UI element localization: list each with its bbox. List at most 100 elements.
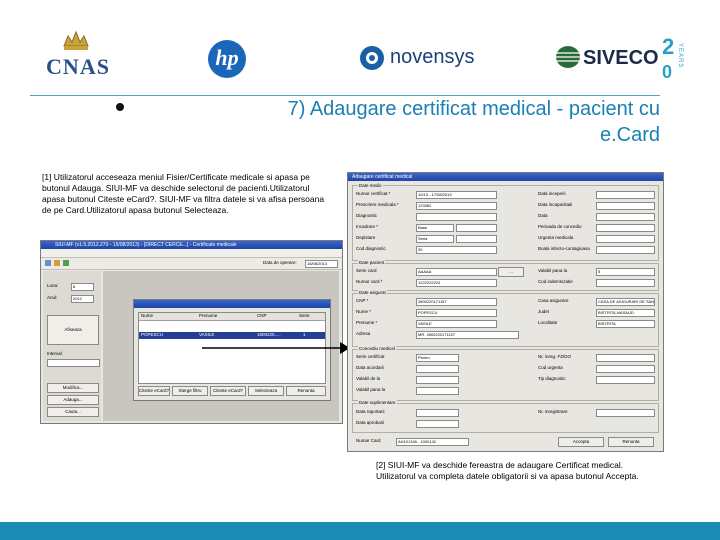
cnp-label: CNP * bbox=[356, 298, 369, 303]
group-extra-label: Date suplimentare bbox=[358, 400, 397, 406]
left-toolbar: Data de operare: 15/08/2013 bbox=[41, 258, 342, 270]
group-date-medic-label: Date medic bbox=[358, 183, 383, 189]
hp-logo: hp bbox=[208, 40, 246, 78]
renunta-right-button[interactable]: Renunta bbox=[608, 437, 654, 447]
depistare-field[interactable]: Seria bbox=[416, 235, 454, 243]
luna-label: Luna: bbox=[47, 283, 59, 288]
data-field[interactable] bbox=[596, 213, 655, 221]
hp-text: hp bbox=[215, 45, 239, 70]
nr-inregistrare-label: Nr. inregistrare bbox=[538, 409, 568, 414]
cnas-text: CNAS bbox=[46, 54, 110, 79]
diagnostic-field[interactable] bbox=[416, 213, 497, 221]
casa-asigurare-field[interactable]: CASA DE ASIGURARI DE SANATATE BIS bbox=[596, 298, 655, 306]
toolbar-save-icon[interactable] bbox=[63, 260, 69, 266]
citeste-ecard-button[interactable]: Citeste eCard? bbox=[138, 386, 170, 396]
serie-card-field[interactable]: AAAAA bbox=[416, 268, 497, 276]
modifica-button[interactable]: Modifica... bbox=[47, 383, 99, 393]
valabil-pana-la-field[interactable] bbox=[416, 387, 459, 395]
prescriere-field[interactable]: 123352 bbox=[416, 202, 497, 210]
luna-field[interactable]: 8 bbox=[71, 283, 94, 291]
row-serie: 1 bbox=[303, 332, 306, 337]
slide-title: 7) Adaugare certificat medical - pacient… bbox=[160, 96, 660, 148]
numar-card-label: Numar card * bbox=[356, 279, 383, 284]
boala-label: Boala infecto-contagioasa bbox=[538, 246, 590, 251]
valabil-de-la-field[interactable] bbox=[416, 376, 459, 384]
cod-indemnizatie-label: Cod indemnizatie bbox=[538, 279, 573, 284]
numar-certificat-field[interactable]: 10/13 - 17/08/2013 bbox=[416, 191, 497, 199]
data-raportarii-field[interactable] bbox=[416, 409, 459, 417]
localitate-field[interactable]: BISTRITA bbox=[596, 320, 655, 328]
judet-label: Judet bbox=[538, 309, 550, 314]
numar-card-field[interactable]: 1222222224 bbox=[416, 279, 497, 287]
nr-inreg-label: Nr. inreg. FZ/DO bbox=[538, 354, 572, 359]
grid-header-nume[interactable]: Nume bbox=[141, 313, 153, 319]
cnp-field[interactable]: 2800220171157 bbox=[416, 298, 497, 306]
grid-header: Nume Prenume CNP Serie bbox=[139, 313, 325, 321]
data-inceperii-field[interactable] bbox=[596, 191, 655, 199]
nr-inreg-field[interactable] bbox=[596, 354, 655, 362]
boala-field[interactable] bbox=[596, 246, 655, 254]
grid-header-prenume[interactable]: Prenume bbox=[199, 313, 217, 319]
cauta-button[interactable]: Cauta... bbox=[47, 407, 99, 417]
data-label: Data bbox=[538, 213, 548, 218]
prescriere-label: Prescriere medicala * bbox=[356, 202, 399, 207]
slide-title-line1: 7) Adaugare certificat medical - pacient… bbox=[287, 98, 660, 120]
urgenta-label: Urgenta medicala bbox=[538, 235, 574, 240]
valabil-card-field[interactable]: 5 bbox=[596, 268, 655, 276]
row-cnp: 1800220..... bbox=[257, 332, 281, 337]
incadrare-label: Incadrare * bbox=[356, 224, 379, 229]
perioada-field[interactable] bbox=[596, 224, 655, 232]
anul-field[interactable]: 2012 bbox=[71, 295, 94, 303]
accepta-button[interactable]: Accepta bbox=[558, 437, 604, 447]
afiseaza-button[interactable]: Afiseaza bbox=[47, 315, 99, 345]
sterge-filtru-button[interactable]: Sterge filtru bbox=[172, 386, 208, 396]
novensys-swirl-icon bbox=[360, 46, 384, 70]
nr-inregistrare-field[interactable] bbox=[596, 409, 655, 417]
grid-header-serie[interactable]: Serie bbox=[299, 313, 310, 319]
judet-field[interactable]: BISTRITA-NASAUD bbox=[596, 309, 655, 317]
cod-diagnostic-field[interactable]: 30 bbox=[416, 246, 497, 254]
numar-certificat-label: Numar certificat * bbox=[356, 191, 391, 196]
depistare-aux-field[interactable] bbox=[456, 235, 497, 243]
left-window-titlebar: SIUI-MF (v1.5.2012.270 - 15/08/2013) - [… bbox=[41, 241, 342, 249]
tip-diagnostic-field[interactable] bbox=[596, 376, 655, 384]
grid-header-cnp[interactable]: CNP bbox=[257, 313, 267, 319]
group-concediu-label: Concediu medical bbox=[358, 346, 396, 352]
data-incapacitatii-field[interactable] bbox=[596, 202, 655, 210]
toolbar-new-icon[interactable] bbox=[45, 260, 51, 266]
group-date-asigurat-label: Date asigurat bbox=[358, 290, 387, 296]
operation-date-field[interactable]: 15/08/2013 bbox=[305, 260, 338, 268]
cod-indemnizatie-field[interactable] bbox=[596, 279, 655, 287]
adresa-field[interactable]: MR. 2800220171157 bbox=[416, 331, 519, 339]
adauga-button[interactable]: Adauga... bbox=[47, 395, 99, 405]
filter-field[interactable] bbox=[47, 359, 100, 367]
title-bullet bbox=[116, 103, 124, 111]
incadrare-aux-field[interactable] bbox=[456, 224, 497, 232]
left-window: SIUI-MF (v1.5.2012.270 - 15/08/2013) - [… bbox=[40, 240, 343, 424]
prenume-field[interactable]: VASILE bbox=[416, 320, 497, 328]
left-menu-bar: Fisier Rapoarte Utilitare Configurari Fe… bbox=[41, 249, 342, 263]
operation-date-label: Data de operare: bbox=[263, 260, 297, 265]
diagnostic-label: Diagnostic bbox=[356, 213, 378, 218]
logo-strip: CNAS hp novensys SIVECO 20 YEARS bbox=[0, 0, 720, 95]
incadrare-field[interactable]: Base bbox=[416, 224, 454, 232]
nume-field[interactable]: POPESCU bbox=[416, 309, 497, 317]
cod-diagnostic-label: Cod diagnostic bbox=[356, 246, 386, 251]
cod-urgenta-field[interactable] bbox=[596, 365, 655, 373]
serie-certificat-field[interactable]: Pentru bbox=[416, 354, 459, 362]
siveco-years-text: YEARS bbox=[677, 43, 683, 69]
renunta-button[interactable]: Renunta bbox=[286, 386, 326, 396]
selecteaza-button[interactable]: Selecteaza bbox=[248, 386, 284, 396]
toolbar-open-icon[interactable] bbox=[54, 260, 60, 266]
data-aprobarii-field[interactable] bbox=[416, 420, 459, 428]
anul-label: Anul: bbox=[47, 295, 58, 300]
prenume-label: Prenume * bbox=[356, 320, 378, 325]
card-lookup-button[interactable]: … bbox=[498, 267, 524, 277]
data-acordarii-field[interactable] bbox=[416, 365, 459, 373]
citeste-ecard-button-2[interactable]: Citeste eCard? bbox=[210, 386, 246, 396]
data-acordarii-label: Data acordarii bbox=[356, 365, 385, 370]
urgenta-field[interactable] bbox=[596, 235, 655, 243]
tip-diagnostic-label: Tip diagnostic bbox=[538, 376, 566, 381]
right-window-titlebar: Adaugare certificat medical bbox=[348, 173, 663, 181]
table-row[interactable]: POPESCU VASILE 1800220..... 1 bbox=[139, 332, 325, 339]
